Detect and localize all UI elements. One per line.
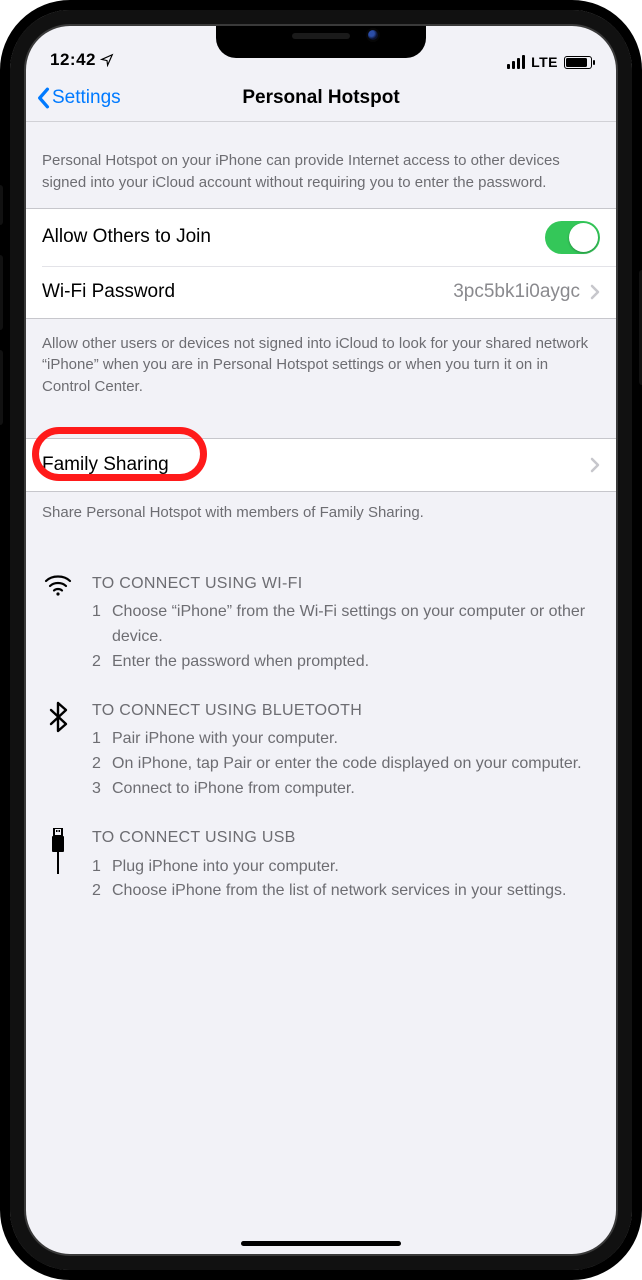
instruction-title: TO CONNECT USING BLUETOOTH (92, 699, 600, 724)
row-family-sharing[interactable]: Family Sharing (24, 439, 618, 491)
instruction-step: 1Choose “iPhone” from the Wi-Fi settings… (92, 600, 600, 650)
instruction-wifi: TO CONNECT USING WI-FI 1Choose “iPhone” … (42, 572, 600, 675)
status-time-group: 12:42 (50, 50, 114, 70)
bluetooth-icon (42, 699, 74, 802)
back-label: Settings (52, 87, 121, 109)
chevron-right-icon (590, 457, 600, 473)
row-label: Wi-Fi Password (42, 281, 175, 303)
instruction-step: 2Choose iPhone from the list of network … (92, 879, 600, 904)
side-button-vol-up (0, 255, 3, 330)
row-wifi-password[interactable]: Wi-Fi Password 3pc5bk1i0aygc (42, 266, 618, 318)
status-time: 12:42 (50, 50, 96, 70)
nav-bar: Settings Personal Hotspot (24, 74, 618, 122)
row-label: Allow Others to Join (42, 226, 211, 248)
screen: 12:42 LTE Settings Personal Hotspot Pers… (24, 24, 618, 1256)
row-allow-others[interactable]: Allow Others to Join (24, 209, 618, 266)
home-indicator[interactable] (241, 1241, 401, 1246)
allow-others-footer: Allow other users or devices not signed … (24, 319, 618, 412)
instruction-title: TO CONNECT USING WI-FI (92, 572, 600, 597)
carrier-network-label: LTE (531, 54, 558, 70)
section-intro-text: Personal Hotspot on your iPhone can prov… (24, 122, 618, 208)
group-family-sharing: Family Sharing (24, 438, 618, 492)
family-sharing-footer: Share Personal Hotspot with members of F… (24, 492, 618, 538)
instruction-usb: TO CONNECT USING USB 1Plug iPhone into y… (42, 826, 600, 904)
chevron-left-icon (36, 87, 50, 109)
cellular-signal-icon (507, 55, 525, 69)
instruction-bluetooth: TO CONNECT USING BLUETOOTH 1Pair iPhone … (42, 699, 600, 802)
row-label: Family Sharing (42, 454, 169, 476)
instruction-title: TO CONNECT USING USB (92, 826, 600, 851)
instructions-section: TO CONNECT USING WI-FI 1Choose “iPhone” … (24, 538, 618, 945)
instruction-step: 2On iPhone, tap Pair or enter the code d… (92, 752, 600, 777)
back-button[interactable]: Settings (36, 87, 121, 109)
status-right-group: LTE (507, 54, 592, 70)
wifi-password-value: 3pc5bk1i0aygc (453, 281, 580, 303)
page-title: Personal Hotspot (242, 87, 399, 109)
allow-others-toggle[interactable] (545, 221, 600, 254)
location-arrow-icon (100, 53, 114, 67)
notch (216, 24, 426, 58)
instruction-step: 1Plug iPhone into your computer. (92, 855, 600, 880)
wifi-icon (42, 572, 74, 675)
side-button-mute (0, 185, 3, 225)
group-hotspot-main: Allow Others to Join Wi-Fi Password 3pc5… (24, 208, 618, 319)
chevron-right-icon (590, 284, 600, 300)
instruction-step: 2Enter the password when prompted. (92, 650, 600, 675)
side-button-vol-down (0, 350, 3, 425)
instruction-step: 3Connect to iPhone from computer. (92, 777, 600, 802)
speaker (292, 33, 350, 39)
usb-icon (42, 826, 74, 904)
front-camera (368, 30, 378, 40)
instruction-step: 1Pair iPhone with your computer. (92, 727, 600, 752)
battery-icon (564, 56, 592, 69)
